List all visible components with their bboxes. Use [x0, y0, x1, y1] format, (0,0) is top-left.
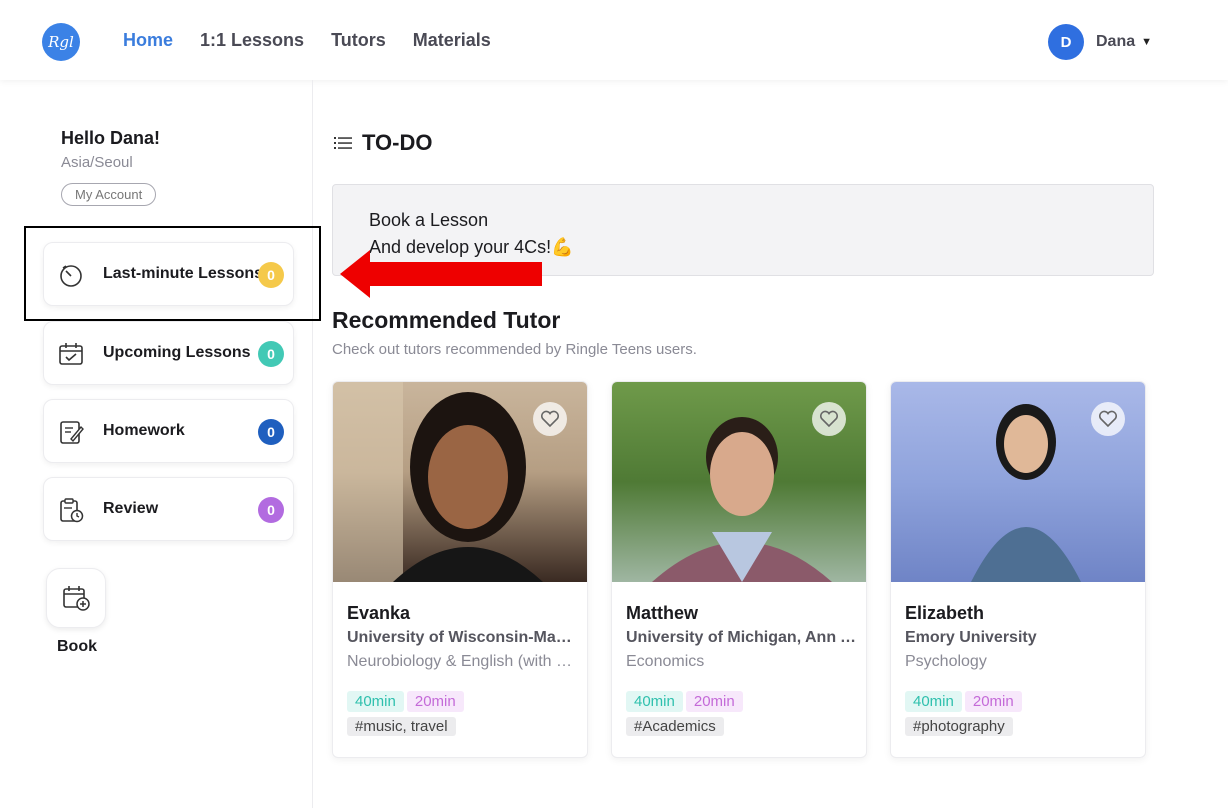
- user-name[interactable]: Dana: [1096, 33, 1135, 51]
- tutor-name: Evanka: [347, 603, 411, 623]
- timezone-label: Asia/Seoul: [61, 154, 133, 171]
- tutor-tag: #music, travel: [347, 717, 456, 736]
- logo-icon[interactable]: Rgl: [42, 23, 80, 61]
- duration-chip: 20min: [685, 691, 743, 712]
- recommended-title: Recommended Tutor: [332, 307, 561, 333]
- tutor-major: Psychology: [905, 653, 987, 670]
- tutor-name: Elizabeth: [905, 603, 985, 623]
- book-label: Book: [57, 638, 97, 655]
- duration-chips: 40min 20min: [347, 691, 464, 712]
- count-badge: 0: [258, 419, 284, 445]
- tutor-university: University of Michigan, Ann Arbor: [626, 629, 856, 646]
- tutor-major: Economics: [626, 653, 705, 670]
- calendar-check-icon: [59, 343, 83, 365]
- my-account-button[interactable]: My Account: [61, 183, 157, 206]
- tutor-photo: [333, 382, 587, 582]
- nav-materials[interactable]: Materials: [413, 30, 491, 51]
- duration-chips: 40min 20min: [626, 691, 743, 712]
- tutor-university: University of Wisconsin-Madison: [347, 629, 577, 646]
- clipboard-clock-icon: [60, 498, 84, 523]
- highlight-box: [24, 226, 321, 321]
- tutor-photo: [891, 382, 1145, 582]
- sidebar-item-review[interactable]: Review 0: [43, 477, 294, 541]
- sidebar-item-label: Homework: [103, 422, 185, 439]
- avatar[interactable]: D: [1048, 24, 1084, 60]
- chevron-down-icon[interactable]: ▼: [1141, 36, 1152, 48]
- todo-title: TO-DO: [362, 130, 433, 155]
- tutor-major: Neurobiology & English (with Honors): [347, 653, 577, 670]
- sidebar-item-upcoming-lessons[interactable]: Upcoming Lessons 0: [43, 321, 294, 385]
- duration-chip: 40min: [347, 691, 404, 712]
- tutor-name: Matthew: [626, 603, 698, 623]
- tutor-card[interactable]: Matthew University of Michigan, Ann Arbo…: [611, 381, 867, 758]
- recommended-subtitle: Check out tutors recommended by Ringle T…: [332, 341, 697, 358]
- duration-chip: 20min: [406, 691, 464, 712]
- duration-chips: 40min 20min: [905, 691, 1022, 712]
- tutor-tag: #Academics: [626, 717, 724, 736]
- tutor-tag: #photography: [905, 717, 1013, 736]
- duration-chip: 40min: [626, 691, 683, 712]
- book-button[interactable]: [46, 568, 106, 628]
- tutor-card[interactable]: Evanka University of Wisconsin-Madison N…: [332, 381, 588, 758]
- sidebar-item-label: Upcoming Lessons: [103, 344, 251, 361]
- nav-home[interactable]: Home: [123, 30, 173, 51]
- duration-chip: 20min: [964, 691, 1022, 712]
- duration-chip: 40min: [905, 691, 962, 712]
- notepad-pencil-icon: [60, 421, 84, 444]
- favorite-heart-icon[interactable]: [812, 402, 846, 436]
- sidebar-item-homework[interactable]: Homework 0: [43, 399, 294, 463]
- tutor-university: Emory University: [905, 629, 1037, 646]
- nav-tutors[interactable]: Tutors: [331, 30, 386, 51]
- count-badge: 0: [258, 341, 284, 367]
- main-nav: Home 1:1 Lessons Tutors Materials: [123, 30, 491, 51]
- todo-header: TO-DO: [334, 130, 432, 156]
- calendar-plus-icon: [63, 586, 90, 611]
- tutor-photo: [612, 382, 866, 582]
- top-navbar: Rgl Home 1:1 Lessons Tutors Materials D …: [0, 0, 1228, 80]
- count-badge: 0: [258, 497, 284, 523]
- list-icon: [334, 137, 352, 149]
- user-menu[interactable]: D Dana ▼: [1048, 24, 1152, 60]
- greeting: Hello Dana!: [61, 128, 161, 148]
- sidebar-item-label: Review: [103, 500, 159, 517]
- todo-line-1: Book a Lesson: [369, 210, 489, 230]
- red-arrow-icon: [340, 250, 542, 298]
- nav-lessons[interactable]: 1:1 Lessons: [200, 30, 304, 51]
- favorite-heart-icon[interactable]: [533, 402, 567, 436]
- favorite-heart-icon[interactable]: [1091, 402, 1125, 436]
- tutor-card[interactable]: Elizabeth Emory University Psychology 40…: [890, 381, 1146, 758]
